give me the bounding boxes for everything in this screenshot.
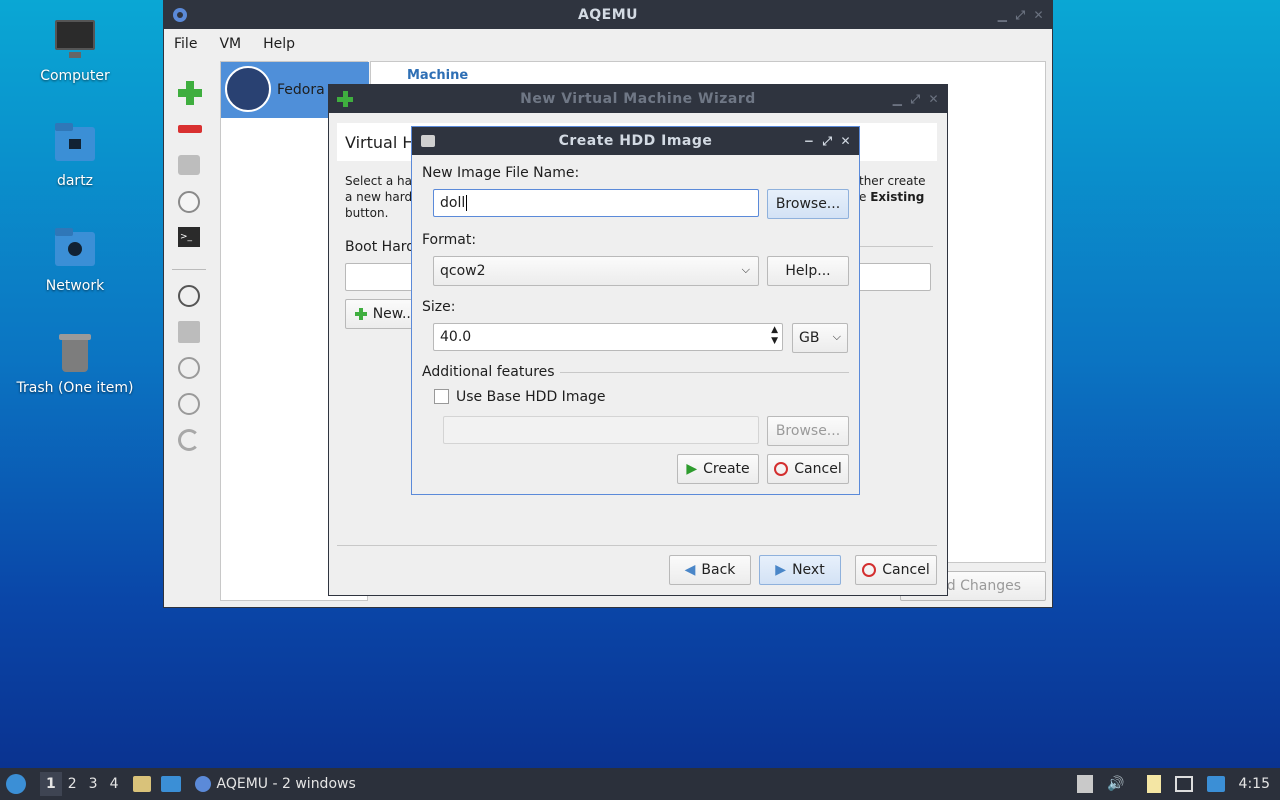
desktop-icon-label: dartz — [56, 173, 94, 189]
close-icon[interactable]: ✕ — [1033, 8, 1044, 22]
menu-help[interactable]: Help — [263, 36, 295, 52]
aqemu-titlebar: AQEMU ▁ ⤢ ✕ — [164, 1, 1052, 29]
vm-name: Fedora — [277, 82, 325, 98]
trash-icon — [53, 330, 97, 374]
play-icon: ▶ — [686, 461, 698, 477]
minimize-icon[interactable]: ▁ — [893, 92, 903, 106]
minimize-icon[interactable]: − — [804, 134, 815, 148]
add-icon — [337, 91, 353, 111]
desktop-icon-label: Network — [45, 278, 105, 294]
browse-button[interactable]: Browse... — [767, 189, 849, 219]
desktop-icon-home[interactable]: dartz — [0, 123, 150, 189]
minimize-icon[interactable]: ▁ — [998, 8, 1008, 22]
next-button[interactable]: ▶ Next — [759, 555, 841, 585]
menu-file[interactable]: File — [174, 36, 197, 52]
hdd-titlebar: Create HDD Image − ⤢ ✕ — [412, 127, 859, 155]
use-base-checkbox[interactable] — [434, 389, 449, 404]
volume-icon[interactable]: 🔊 — [1107, 776, 1124, 792]
desktop-icon-trash[interactable]: Trash (One item) — [0, 330, 150, 396]
play-icon[interactable] — [178, 285, 200, 307]
start-menu-icon[interactable] — [6, 774, 26, 794]
boot-hdd-label: Boot Hard — [345, 239, 416, 255]
fedora-logo-icon — [225, 66, 271, 112]
wizard-title: New Virtual Machine Wizard — [520, 91, 756, 107]
hdd-icon — [420, 133, 436, 153]
maximize-icon[interactable]: ⤢ — [910, 92, 920, 107]
base-image-field — [443, 416, 759, 444]
arrow-left-icon: ◀ — [684, 562, 696, 578]
additional-features-label: Additional features — [422, 364, 555, 380]
add-vm-icon[interactable] — [178, 81, 202, 105]
size-spinbox[interactable]: 40.0 ▲ ▼ — [433, 323, 783, 351]
desktop-icon-computer[interactable]: Computer — [0, 18, 150, 84]
computer-icon — [53, 18, 97, 62]
size-label: Size: — [422, 299, 456, 315]
terminal-icon[interactable]: >_ — [178, 227, 200, 247]
aqemu-task-icon — [194, 776, 211, 792]
help-button[interactable]: Help... — [767, 256, 849, 286]
arrow-right-icon: ▶ — [775, 562, 787, 578]
spin-arrows-icon[interactable]: ▲ ▼ — [771, 325, 778, 347]
clipboard-icon[interactable] — [1146, 775, 1161, 793]
wizard-desc-right: ther create e Existing — [859, 174, 926, 204]
desktop-icon-label: Computer — [40, 68, 110, 84]
aqemu-title: AQEMU — [577, 7, 639, 23]
clock[interactable]: 4:15 — [1239, 776, 1270, 792]
desktop-icon-label: Trash (One item) — [16, 380, 134, 396]
task-aqemu[interactable]: AQEMU - 2 windows — [217, 776, 356, 792]
hdd-icon[interactable] — [178, 155, 200, 175]
maximize-icon[interactable]: ⤢ — [822, 134, 832, 149]
network-status-icon[interactable] — [1174, 776, 1193, 792]
maximize-icon[interactable]: ⤢ — [1015, 8, 1025, 23]
hdd-cancel-button[interactable]: Cancel — [767, 454, 849, 484]
wizard-cancel-button[interactable]: Cancel — [855, 555, 937, 585]
unit-select[interactable]: GB ⌵ — [792, 323, 848, 353]
use-base-label: Use Base HDD Image — [456, 389, 606, 405]
format-select[interactable]: qcow2 ⌵ — [433, 256, 759, 286]
clock-icon[interactable] — [178, 191, 200, 213]
format-label: Format: — [422, 232, 477, 248]
aqemu-app-icon — [172, 7, 188, 27]
back-button[interactable]: ◀ Back — [669, 555, 751, 585]
taskbar: 1 2 3 4 AQEMU - 2 windows 🔊 4:15 — [0, 768, 1280, 800]
cancel-icon — [862, 563, 877, 577]
create-button[interactable]: ▶ Create — [677, 454, 759, 484]
cancel-icon — [774, 462, 789, 476]
close-icon[interactable]: ✕ — [840, 134, 851, 148]
home-folder-icon — [53, 123, 97, 167]
desktop-icon[interactable] — [160, 776, 181, 792]
network-folder-icon — [53, 228, 97, 272]
aqemu-menubar: File VM Help — [164, 29, 1052, 59]
add-icon — [354, 308, 367, 320]
eject-icon[interactable] — [1077, 775, 1094, 793]
file-name-input[interactable]: doll — [433, 189, 759, 217]
vm-toolbar: >_ — [172, 69, 206, 469]
wizard-desc: Select a har a new hard button. — [345, 174, 417, 220]
section-title: Machine — [407, 68, 469, 83]
workspace-1[interactable]: 1 — [40, 772, 62, 796]
pause-icon[interactable] — [178, 357, 200, 379]
desktop-icon-network[interactable]: Network — [0, 228, 150, 294]
notification-icon[interactable] — [1206, 776, 1225, 792]
chevron-down-icon: ⌵ — [741, 263, 750, 276]
stop-icon[interactable] — [178, 393, 200, 415]
create-hdd-dialog: Create HDD Image − ⤢ ✕ New Image File Na… — [411, 126, 860, 495]
menu-vm[interactable]: VM — [219, 36, 241, 52]
hdd-title: Create HDD Image — [558, 133, 713, 149]
close-icon[interactable]: ✕ — [928, 92, 939, 106]
chevron-down-icon: ⌵ — [832, 330, 841, 343]
file-name-label: New Image File Name: — [422, 165, 580, 181]
workspace-2[interactable]: 2 — [62, 772, 83, 796]
reset-icon[interactable] — [178, 429, 200, 451]
workspace-3[interactable]: 3 — [83, 772, 104, 796]
workspace-4[interactable]: 4 — [104, 772, 125, 796]
file-manager-icon[interactable] — [132, 776, 151, 792]
save-state-icon[interactable] — [178, 321, 200, 343]
wizard-titlebar: New Virtual Machine Wizard ▁ ⤢ ✕ — [329, 85, 947, 113]
browse-base-button: Browse... — [767, 416, 849, 446]
remove-vm-icon[interactable] — [178, 125, 202, 133]
